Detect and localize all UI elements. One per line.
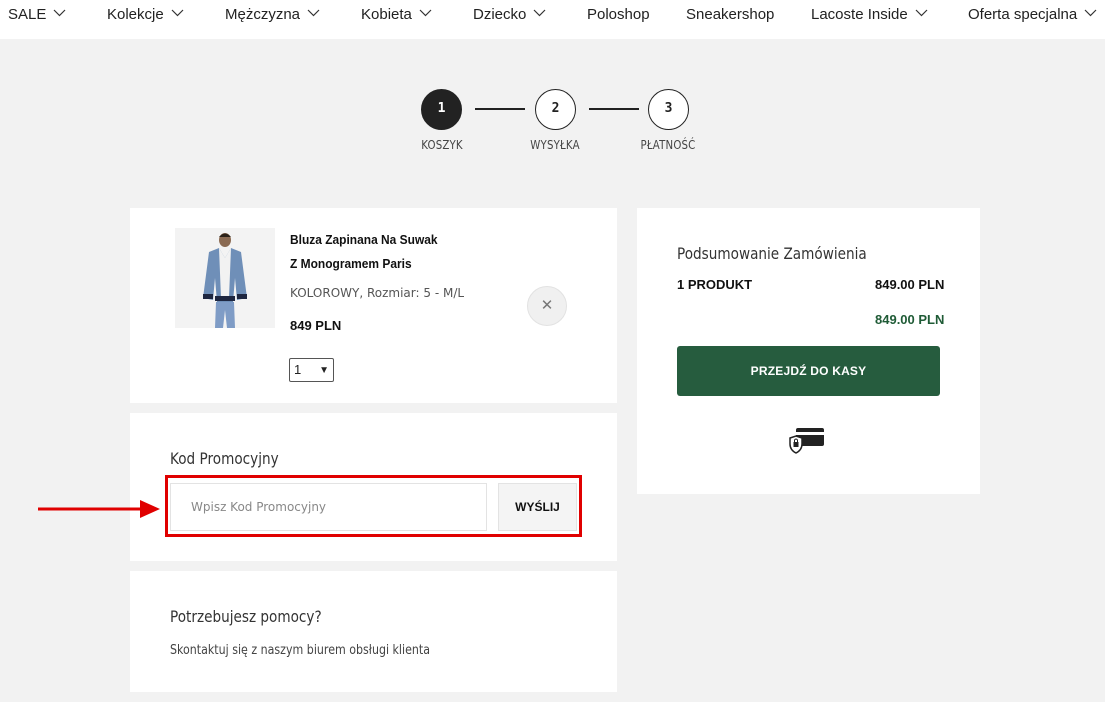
summary-title: Podsumowanie Zamówienia [677, 244, 867, 263]
chevron-down-icon [419, 9, 432, 17]
nav-item-sale[interactable]: SALE [8, 0, 66, 32]
product-name-line1[interactable]: Bluza Zapinana Na Suwak [290, 232, 438, 247]
chevron-down-icon [533, 9, 546, 17]
quantity-value: 1 [294, 362, 302, 377]
nav-item-mezczyzna[interactable]: Mężczyzna [225, 0, 320, 32]
secure-card-icon [789, 428, 824, 454]
top-navigation: SALE Kolekcje Mężczyzna Kobieta Dziecko … [0, 0, 1105, 39]
nav-item-lacoste-inside[interactable]: Lacoste Inside [811, 0, 928, 32]
product-variant: KOLOROWY, Rozmiar: 5 - M/L [290, 286, 465, 300]
product-name-line2[interactable]: Z Monogramem Paris [290, 256, 412, 271]
nav-item-kolekcje[interactable]: Kolekcje [107, 0, 184, 32]
chevron-down-icon [171, 9, 184, 17]
chevron-down-icon [915, 9, 928, 17]
caret-down-icon: ▼ [319, 365, 329, 376]
step-connector [475, 108, 525, 110]
nav-item-sneakershop[interactable]: Sneakershop [686, 0, 774, 32]
nav-item-dziecko[interactable]: Dziecko [473, 0, 546, 32]
close-icon: ✕ [540, 297, 554, 314]
subtotal-value: 849.00 PLN [875, 277, 945, 292]
chevron-down-icon [307, 9, 320, 17]
cart-item-card: Bluza Zapinana Na Suwak Z Monogramem Par… [130, 208, 617, 403]
product-price: 849 PLN [290, 318, 342, 333]
nav-item-poloshop[interactable]: Poloshop [587, 0, 650, 32]
nav-item-kobieta[interactable]: Kobieta [361, 0, 432, 32]
order-summary-card: Podsumowanie Zamówienia 1 PRODUKT 849.00… [637, 208, 980, 494]
help-card: Potrzebujesz pomocy? Skontaktuj się z na… [130, 571, 617, 692]
annotation-arrow [38, 500, 160, 518]
product-count: 1 PRODUKT [677, 277, 753, 292]
product-image[interactable] [175, 228, 275, 328]
quantity-select[interactable]: 1 ▼ [289, 358, 334, 382]
step-1-label: KOSZYK [421, 138, 463, 152]
annotation-highlight-box [165, 475, 582, 537]
step-3-label: PŁATNOŚĆ [640, 138, 696, 152]
remove-item-button[interactable]: ✕ [527, 286, 567, 326]
step-1-circle: 1 [421, 89, 462, 130]
step-connector [589, 108, 639, 110]
checkout-button[interactable]: PRZEJDŹ DO KASY [677, 346, 940, 396]
help-text[interactable]: Skontaktuj się z naszym biurem obsługi k… [170, 643, 430, 658]
total-value: 849.00 PLN [875, 312, 945, 327]
promo-title: Kod Promocyjny [170, 449, 279, 468]
chevron-down-icon [1084, 9, 1097, 17]
help-title: Potrzebujesz pomocy? [170, 607, 322, 626]
step-3-circle: 3 [648, 89, 689, 130]
nav-item-oferta-specjalna[interactable]: Oferta specjalna [968, 0, 1097, 32]
chevron-down-icon [53, 9, 66, 17]
product-photo [175, 228, 275, 328]
step-2-label: WYSYŁKA [530, 138, 580, 152]
step-2-circle: 2 [535, 89, 576, 130]
